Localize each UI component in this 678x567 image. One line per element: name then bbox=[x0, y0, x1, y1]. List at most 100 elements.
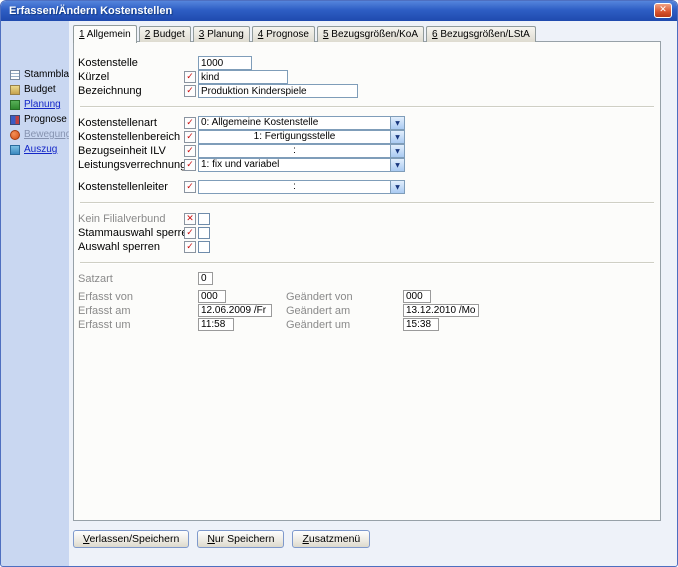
stammauswahl-sperren-label: Stammauswahl sperren bbox=[78, 227, 194, 239]
sidebar: Stammblatt Budget Planung Prognose Beweg… bbox=[1, 21, 69, 566]
kostenstelle-label: Kostenstelle bbox=[78, 57, 138, 69]
sidebar-item-label: Budget bbox=[24, 84, 56, 95]
kostenstelle-input[interactable] bbox=[198, 56, 252, 70]
leistungsverrechnung-select[interactable]: 1: fix und variabel bbox=[198, 158, 405, 172]
form-row-stammauswahl-sperren: Stammauswahl sperren bbox=[74, 226, 660, 240]
nur-speichern-button[interactable]: Nur Speichern bbox=[197, 530, 284, 548]
erfasst-von-label: Erfasst von bbox=[78, 291, 133, 303]
chevron-down-icon[interactable] bbox=[390, 181, 404, 193]
erfasst-am-label: Erfasst am bbox=[78, 305, 131, 317]
bezeichnung-label: Bezeichnung bbox=[78, 85, 142, 97]
window-titlebar[interactable]: Erfassen/Ändern Kostenstellen ✕ bbox=[1, 1, 677, 21]
stammauswahl-sperren-checkbox[interactable] bbox=[198, 227, 210, 239]
verlassen-speichern-button[interactable]: Verlassen/Speichern bbox=[73, 530, 189, 548]
kostenstellenbereich-select[interactable]: 1: Fertigungsstelle bbox=[198, 130, 405, 144]
sheet-icon bbox=[10, 70, 20, 80]
kuerzel-input[interactable] bbox=[198, 70, 288, 84]
chevron-down-icon[interactable] bbox=[390, 117, 404, 129]
tab-strip: 1 Allgemein 2 Budget 3 Planung 4 Prognos… bbox=[73, 25, 538, 42]
window-body: Stammblatt Budget Planung Prognose Beweg… bbox=[1, 21, 677, 566]
sidebar-item-label: Prognose bbox=[24, 114, 67, 125]
planning-icon bbox=[10, 100, 20, 110]
kostenstellenart-select[interactable]: 0: Allgemeine Kostenstelle bbox=[198, 116, 405, 130]
sidebar-item-stammblatt[interactable]: Stammblatt bbox=[1, 67, 69, 82]
form: Kostenstelle Kürzel Bezeichnung bbox=[74, 42, 660, 332]
form-row-bezugseinheit-ilv: Bezugseinheit ILV : bbox=[74, 144, 660, 158]
close-button[interactable]: ✕ bbox=[654, 3, 672, 18]
erfasst-um-label: Erfasst um bbox=[78, 319, 131, 331]
zusatzmenue-button[interactable]: Zusatzmenü bbox=[292, 530, 370, 548]
kostenstellenart-label: Kostenstellenart bbox=[78, 117, 157, 129]
form-row-erfasst-von: Erfasst von 000 Geändert von 000 bbox=[74, 290, 660, 304]
bezeichnung-input[interactable] bbox=[198, 84, 358, 98]
bezugseinheit-ilv-toggle[interactable] bbox=[184, 145, 196, 157]
footer-button-row: Verlassen/Speichern Nur Speichern Zusatz… bbox=[73, 530, 370, 548]
separator bbox=[80, 106, 654, 108]
geaendert-am-value: 13.12.2010 /Mo bbox=[403, 304, 479, 317]
geaendert-von-label: Geändert von bbox=[286, 291, 353, 303]
tab-panel: Kostenstelle Kürzel Bezeichnung bbox=[73, 41, 661, 521]
sidebar-item-label: Stammblatt bbox=[24, 69, 75, 80]
tab-bezugsgroessen-koa[interactable]: 5 Bezugsgrößen/KoA bbox=[317, 26, 424, 42]
satzart-value: 0 bbox=[198, 272, 213, 285]
selected-value: : bbox=[199, 181, 390, 193]
sidebar-item-label: Bewegung bbox=[24, 129, 71, 140]
kostenstellenbereich-toggle[interactable] bbox=[184, 131, 196, 143]
tab-bezugsgroessen-lsta[interactable]: 6 Bezugsgrößen/LStA bbox=[426, 26, 536, 42]
bezugseinheit-ilv-select[interactable]: : bbox=[198, 144, 405, 158]
geaendert-um-label: Geändert um bbox=[286, 319, 350, 331]
form-row-erfasst-um: Erfasst um 11:58 Geändert um 15:38 bbox=[74, 318, 660, 332]
sidebar-item-planung[interactable]: Planung bbox=[1, 97, 69, 112]
stammauswahl-sperren-toggle[interactable] bbox=[184, 227, 196, 239]
kostenstellenleiter-select[interactable]: : bbox=[198, 180, 405, 194]
bezugseinheit-ilv-label: Bezugseinheit ILV bbox=[78, 145, 166, 157]
geaendert-von-value: 000 bbox=[403, 290, 431, 303]
erfasst-am-value: 12.06.2009 /Fr bbox=[198, 304, 272, 317]
leistungsverrechnung-toggle[interactable] bbox=[184, 159, 196, 171]
chevron-down-icon[interactable] bbox=[390, 145, 404, 157]
kostenstellenart-toggle[interactable] bbox=[184, 117, 196, 129]
selected-value: 1: Fertigungsstelle bbox=[199, 131, 390, 143]
auswahl-sperren-checkbox[interactable] bbox=[198, 241, 210, 253]
sidebar-item-auszug[interactable]: Auszug bbox=[1, 142, 69, 157]
sidebar-item-label: Auszug bbox=[24, 144, 57, 155]
app-window: Erfassen/Ändern Kostenstellen ✕ Stammbla… bbox=[0, 0, 678, 567]
form-row-kuerzel: Kürzel bbox=[74, 70, 660, 84]
separator bbox=[80, 202, 654, 204]
form-row-auswahl-sperren: Auswahl sperren bbox=[74, 240, 660, 254]
kein-filialverbund-toggle[interactable] bbox=[184, 213, 196, 225]
bezeichnung-toggle[interactable] bbox=[184, 85, 196, 97]
selected-value: 0: Allgemeine Kostenstelle bbox=[199, 117, 390, 129]
sidebar-item-label: Planung bbox=[24, 99, 61, 110]
chevron-down-icon[interactable] bbox=[390, 159, 404, 171]
extract-icon bbox=[10, 145, 20, 155]
kein-filialverbund-checkbox[interactable] bbox=[198, 213, 210, 225]
sidebar-item-budget[interactable]: Budget bbox=[1, 82, 69, 97]
tab-allgemein[interactable]: 1 Allgemein bbox=[73, 25, 137, 43]
selected-value: : bbox=[199, 145, 390, 157]
form-row-kostenstelle: Kostenstelle bbox=[74, 56, 660, 70]
kuerzel-label: Kürzel bbox=[78, 71, 109, 83]
tab-budget[interactable]: 2 Budget bbox=[139, 26, 191, 42]
kostenstellenleiter-toggle[interactable] bbox=[184, 181, 196, 193]
kostenstellenleiter-label: Kostenstellenleiter bbox=[78, 181, 168, 193]
kostenstellenbereich-label: Kostenstellenbereich bbox=[78, 131, 180, 143]
forecast-icon bbox=[10, 115, 20, 125]
kein-filialverbund-label: Kein Filialverbund bbox=[78, 213, 165, 225]
chevron-down-icon[interactable] bbox=[390, 131, 404, 143]
sidebar-item-prognose[interactable]: Prognose bbox=[1, 112, 69, 127]
sidebar-item-bewegung[interactable]: Bewegung bbox=[1, 127, 69, 142]
budget-icon bbox=[10, 85, 20, 95]
kuerzel-toggle[interactable] bbox=[184, 71, 196, 83]
auswahl-sperren-toggle[interactable] bbox=[184, 241, 196, 253]
main-area: 1 Allgemein 2 Budget 3 Planung 4 Prognos… bbox=[69, 21, 677, 566]
geaendert-um-value: 15:38 bbox=[403, 318, 439, 331]
satzart-label: Satzart bbox=[78, 273, 113, 285]
tab-prognose[interactable]: 4 Prognose bbox=[252, 26, 315, 42]
tab-planung[interactable]: 3 Planung bbox=[193, 26, 250, 42]
spacer bbox=[74, 172, 660, 180]
selected-value: 1: fix und variabel bbox=[199, 159, 390, 171]
window-title: Erfassen/Ändern Kostenstellen bbox=[1, 1, 172, 21]
form-row-satzart: Satzart 0 bbox=[74, 272, 660, 286]
erfasst-um-value: 11:58 bbox=[198, 318, 234, 331]
